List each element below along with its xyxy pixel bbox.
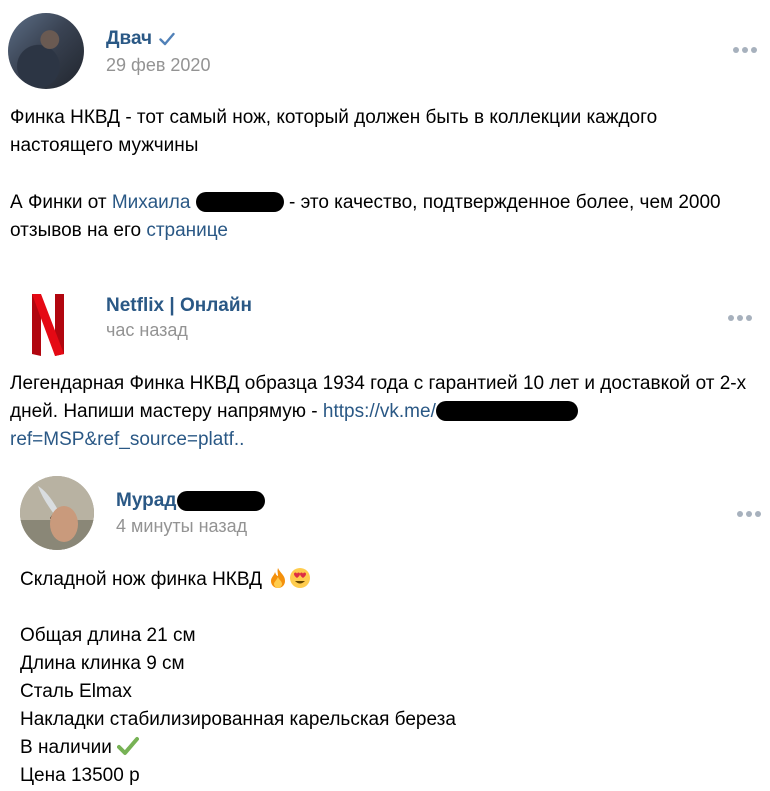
fire-icon	[271, 568, 286, 588]
post-text: Легендарная Финка НКВД образца 1934 года…	[10, 373, 747, 450]
post-author[interactable]: Мурад	[116, 490, 266, 512]
redaction-bar	[195, 192, 284, 212]
netflix-n-icon	[32, 294, 64, 356]
line-blade: Длина клинка 9 см	[20, 653, 185, 674]
line-steel: Сталь Elmax	[20, 681, 132, 702]
netflix-logo[interactable]	[10, 282, 86, 358]
line-price: Цена 13500 р	[20, 765, 140, 786]
post-author[interactable]: Двач	[106, 28, 175, 50]
line-length: Общая длина 21 см	[20, 625, 196, 646]
page-link[interactable]: странице	[146, 220, 228, 241]
post-time[interactable]: 29 фев 2020	[106, 55, 210, 76]
redaction-bar	[177, 491, 266, 511]
avatar[interactable]	[20, 476, 94, 550]
redaction-bar	[435, 401, 578, 421]
more-options-icon[interactable]	[737, 511, 761, 517]
heart-eyes-icon	[290, 568, 311, 588]
line-handle: Накладки стабилизированная карельская бе…	[20, 709, 456, 730]
post-text: Финка НКВД - тот самый нож, который долж…	[10, 107, 658, 156]
url-link[interactable]: https://vk.me/	[323, 401, 436, 422]
check-mark-icon	[117, 737, 140, 755]
line-title: Складной нож финка НКВД	[20, 566, 750, 594]
mention-link[interactable]: Михаила	[112, 192, 191, 213]
verified-icon	[159, 32, 175, 46]
line-stock: В наличии	[20, 734, 750, 762]
post-murad: Мурад 4 минуты назад Складной нож финка …	[0, 470, 770, 791]
more-options-icon[interactable]	[728, 315, 752, 321]
post-text: Складной нож финка НКВД Общая длина 21 с…	[20, 566, 750, 790]
more-options-icon[interactable]	[733, 47, 757, 53]
author-name[interactable]: Двач	[106, 28, 152, 50]
avatar[interactable]	[8, 13, 84, 89]
url-link-continued[interactable]: ref=MSP&ref_source=platf..	[10, 429, 244, 450]
post-time[interactable]: час назад	[106, 320, 188, 341]
post-time[interactable]: 4 минуты назад	[116, 516, 247, 537]
post-author[interactable]: Netflix | Онлайн	[106, 295, 252, 317]
post-netflix: Netflix | Онлайн час назад Легендарная Ф…	[0, 270, 770, 470]
knife-photo	[20, 476, 94, 550]
author-name[interactable]: Мурад	[116, 490, 176, 512]
post-dvach: Двач 29 фев 2020 Финка НКВД - тот самый …	[0, 0, 770, 260]
post-text-second: А Финки от Михаила - это качество, подтв…	[10, 192, 721, 241]
